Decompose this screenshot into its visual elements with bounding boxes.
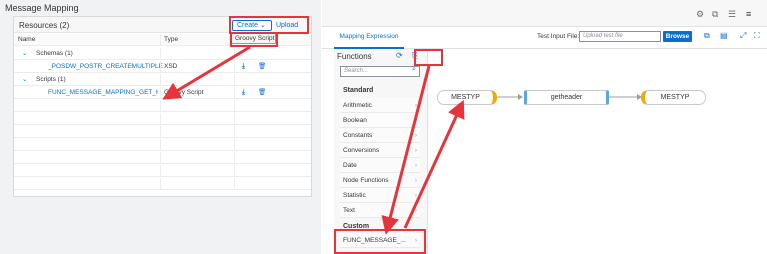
group-label: Scripts (1): [36, 76, 66, 83]
function-category[interactable]: Text ›: [340, 203, 420, 218]
function-category[interactable]: Node Functions ›: [340, 173, 420, 188]
table-row: [14, 100, 311, 112]
column-name: Name: [18, 36, 36, 43]
filter-clear-icon[interactable]: ≡: [746, 9, 751, 19]
source-node[interactable]: MESTYP: [437, 90, 497, 105]
history-icon[interactable]: ⧉: [712, 9, 718, 20]
resource-link[interactable]: _POSDW_POSTR_CREATEMULTIPLE: [48, 61, 163, 73]
highlight-dropdown-box: [230, 32, 278, 47]
resource-type: XSD: [164, 63, 178, 70]
function-category[interactable]: Conversions ›: [340, 143, 420, 158]
toolbar: ⚙ ⧉ ☰ ≡: [322, 0, 767, 27]
resource-type: Groovy Script: [164, 89, 204, 96]
function-category[interactable]: Constants ›: [340, 128, 420, 143]
copy-icon[interactable]: ⧉: [704, 31, 710, 41]
expand-icon[interactable]: ⛶: [754, 31, 760, 41]
highlight-custom-function-box: [334, 229, 426, 254]
table-row[interactable]: ⌄ Schemas (1): [14, 48, 311, 60]
table-row: [14, 139, 311, 151]
mapping-canvas[interactable]: MESTYP getheader MESTYP: [429, 50, 767, 254]
target-node[interactable]: MESTYP: [641, 90, 706, 105]
tab-bar: Mapping Expression Test Input File: Uplo…: [322, 27, 767, 49]
connector-lines: [497, 94, 642, 100]
table-row: [14, 126, 311, 138]
function-category[interactable]: Date ›: [340, 158, 420, 173]
function-search-input[interactable]: Search...: [340, 66, 420, 77]
paste-icon[interactable]: ▤: [720, 31, 728, 40]
table-row: [14, 165, 311, 177]
download-icon[interactable]: ⤓: [242, 87, 245, 99]
resource-link[interactable]: FUNC_MESSAGE_MAPPING_GET_HE: [48, 87, 158, 99]
chevron-down-icon[interactable]: ⌄: [22, 74, 27, 86]
standard-header: Standard: [343, 87, 374, 94]
fit-icon[interactable]: ⤢: [740, 31, 746, 41]
search-icon[interactable]: ⌕: [412, 66, 416, 74]
delete-icon[interactable]: 🗑: [258, 87, 266, 99]
page-title: Message Mapping: [5, 3, 79, 13]
functions-title: Functions: [337, 52, 372, 61]
highlight-new-script-box: [414, 49, 443, 66]
settings-icon[interactable]: ⚙: [696, 9, 704, 20]
table-row[interactable]: _POSDW_POSTR_CREATEMULTIPLE XSD ⤓ 🗑: [14, 61, 311, 73]
group-label: Schemas (1): [36, 50, 73, 57]
table-row[interactable]: ⌄ Scripts (1): [14, 74, 311, 86]
tab-mapping-expression[interactable]: Mapping Expression: [334, 30, 404, 49]
function-category[interactable]: Boolean ›: [340, 113, 420, 128]
column-type: Type: [164, 36, 179, 43]
function-category[interactable]: Statistic ›: [340, 188, 420, 203]
download-icon[interactable]: ⤓: [242, 61, 245, 73]
table-row[interactable]: FUNC_MESSAGE_MAPPING_GET_HE Groovy Scrip…: [14, 87, 311, 99]
refresh-icon[interactable]: ⟳: [396, 51, 403, 60]
function-category[interactable]: Arithmetic ›: [340, 98, 420, 113]
delete-icon[interactable]: 🗑: [258, 61, 266, 73]
table-row: [14, 152, 311, 164]
function-node[interactable]: getheader: [524, 90, 609, 105]
resources-title: Resources (2): [19, 21, 70, 30]
test-input-label: Test Input File:: [537, 33, 580, 40]
table-row: [14, 113, 311, 125]
browse-button[interactable]: Browse: [663, 31, 692, 42]
chevron-down-icon[interactable]: ⌄: [22, 48, 27, 60]
table-row: [14, 178, 311, 190]
functions-panel: Functions ⟳ ⎘ Search... ⌕ Standard Arith…: [334, 49, 428, 254]
list-icon[interactable]: ☰: [728, 9, 736, 20]
mapping-editor-pane: ⚙ ⧉ ☰ ≡ Mapping Expression Test Input Fi…: [322, 0, 767, 254]
test-file-input[interactable]: Upload test file: [579, 31, 661, 42]
